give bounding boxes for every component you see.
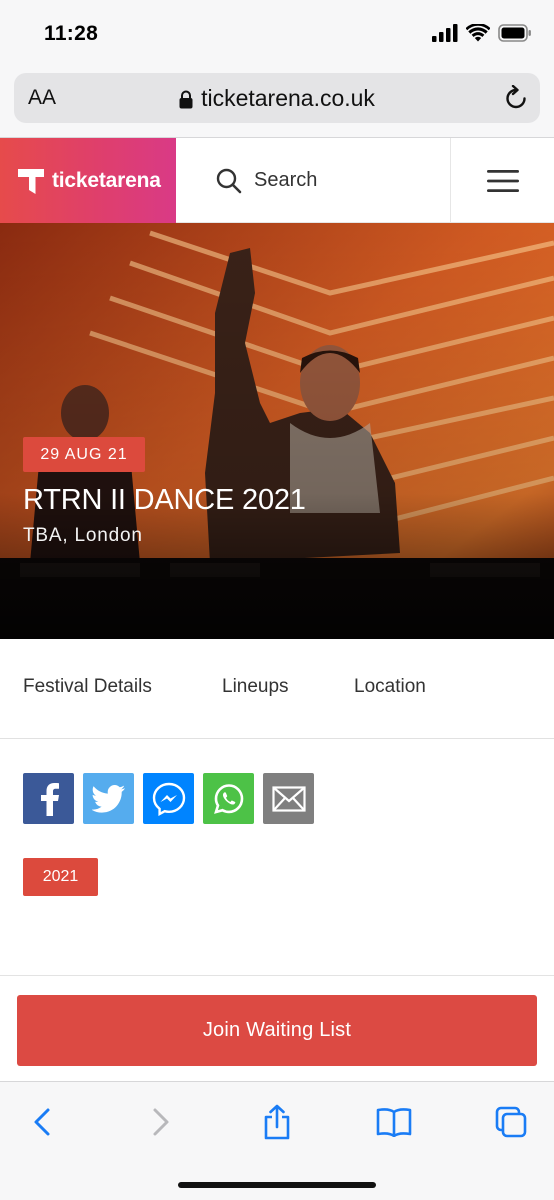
cta-bar: Join Waiting List [0, 975, 554, 1081]
menu-button[interactable] [451, 138, 554, 223]
tab-location[interactable]: Location [354, 676, 426, 698]
join-waiting-list-button[interactable]: Join Waiting List [17, 995, 537, 1066]
share-twitter-button[interactable] [83, 773, 134, 824]
battery-icon [498, 24, 531, 42]
lock-icon [179, 90, 193, 109]
browser-top-bar: 11:28 AA ticketarena.co.uk [0, 0, 554, 138]
page: 11:28 AA ticketarena.co.uk ticketarena S… [0, 0, 554, 1200]
logo-text: ticketarena [52, 168, 161, 192]
status-time: 11:28 [44, 22, 99, 45]
site-header: ticketarena Search [0, 138, 554, 223]
search-field[interactable]: Search [176, 138, 451, 223]
tabs-button[interactable] [491, 1102, 531, 1142]
browser-toolbar [0, 1081, 554, 1200]
bookmarks-button[interactable] [374, 1102, 414, 1142]
messenger-icon [152, 782, 185, 816]
event-tabs: Festival Details Lineups Location [0, 639, 554, 739]
event-date-badge: 29 AUG 21 [23, 437, 145, 472]
year-tag[interactable]: 2021 [23, 858, 98, 896]
forward-button[interactable] [141, 1102, 181, 1142]
home-indicator [178, 1182, 376, 1188]
address-bar[interactable]: AA ticketarena.co.uk [14, 73, 540, 123]
share-messenger-button[interactable] [143, 773, 194, 824]
share-whatsapp-button[interactable] [203, 773, 254, 824]
chevron-left-icon [34, 1108, 50, 1136]
whatsapp-icon [213, 783, 243, 814]
logo-link[interactable]: ticketarena [0, 138, 176, 223]
tab-lineups[interactable]: Lineups [222, 676, 289, 698]
hero-banner [0, 223, 554, 639]
back-button[interactable] [22, 1102, 62, 1142]
share-email-button[interactable] [263, 773, 314, 824]
share-buttons [23, 773, 314, 824]
book-icon [376, 1108, 412, 1137]
share-button[interactable] [257, 1102, 297, 1142]
share-icon [264, 1104, 290, 1140]
share-facebook-button[interactable] [23, 773, 74, 824]
tab-festival-details[interactable]: Festival Details [23, 676, 152, 698]
facebook-icon [40, 782, 59, 816]
ticketarena-logo-icon [18, 168, 44, 194]
status-icons [432, 24, 532, 42]
wifi-icon [466, 24, 490, 42]
reload-button[interactable] [504, 84, 528, 116]
reload-icon [506, 84, 526, 109]
chevron-right-icon [153, 1108, 169, 1136]
signal-icon [432, 24, 458, 42]
email-icon [271, 785, 306, 812]
twitter-icon [91, 784, 125, 813]
url-field[interactable]: ticketarena.co.uk [14, 85, 540, 112]
hero-photo [0, 223, 554, 639]
hamburger-menu-icon [486, 169, 519, 192]
event-venue: TBA, London [23, 525, 143, 546]
event-title: RTRN II DANCE 2021 [23, 484, 306, 516]
tabs-icon [495, 1106, 527, 1138]
url-text: ticketarena.co.uk [201, 85, 375, 111]
search-icon [216, 168, 242, 193]
search-label: Search [254, 169, 318, 191]
